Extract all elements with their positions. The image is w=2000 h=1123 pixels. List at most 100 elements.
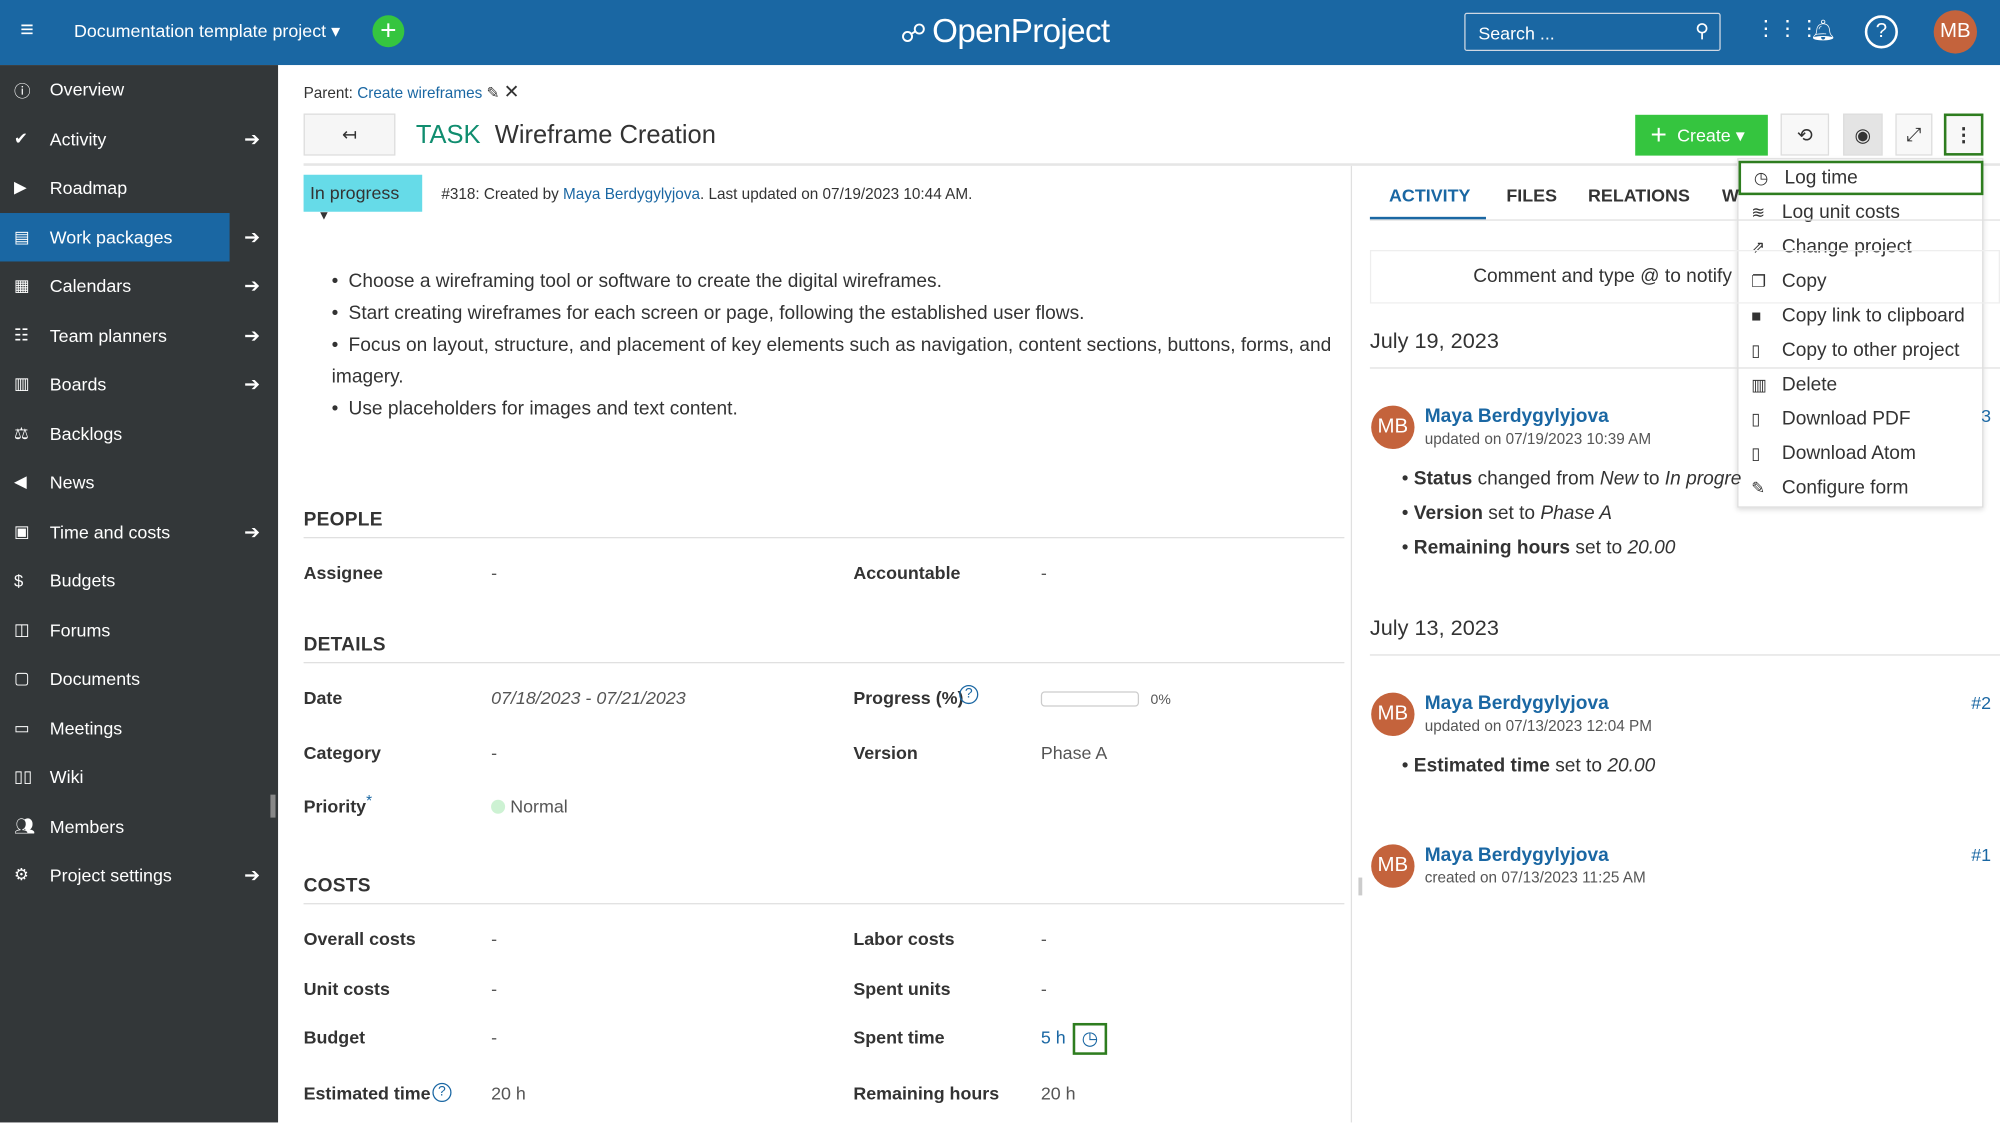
sidebar-item-work-packages[interactable]: ▤ Work packages ➔	[0, 212, 260, 261]
category-value[interactable]: -	[491, 742, 497, 762]
avatar[interactable]: MB	[1371, 405, 1415, 449]
activity-author-link[interactable]: Maya Berdygylyjova	[1425, 844, 1609, 866]
wp-subject[interactable]: Wireframe Creation	[495, 121, 716, 149]
menu-item-configure-form[interactable]: ✎ Configure form	[1739, 471, 1984, 505]
tab-relations[interactable]: RELATIONS	[1588, 185, 1690, 205]
menu-item-copy-link-to-clipboard[interactable]: ■ Copy link to clipboard	[1739, 298, 1984, 332]
arrow-right-icon[interactable]: ➔	[244, 323, 260, 347]
search-icon[interactable]: ⚲	[1695, 19, 1709, 42]
work-packages-icon: ▤	[14, 226, 30, 246]
avatar[interactable]: MB	[1371, 844, 1415, 888]
search-input[interactable]: Search ... ⚲	[1464, 12, 1721, 52]
menu-item-delete[interactable]: ▥ Delete	[1739, 367, 1984, 401]
help-icon[interactable]: ?	[432, 1082, 452, 1103]
history-button[interactable]: ⟲	[1780, 113, 1830, 156]
tab-files[interactable]: FILES	[1506, 185, 1557, 205]
labor-label: Labor costs	[853, 928, 955, 949]
create-button[interactable]: + Create ▾	[1635, 114, 1768, 156]
progress-bar[interactable]	[1040, 691, 1140, 707]
pencil-icon[interactable]: ✎	[487, 84, 500, 102]
overall-value[interactable]: -	[491, 929, 497, 949]
back-button[interactable]: ↤	[303, 113, 396, 156]
assignee-value[interactable]: -	[491, 562, 497, 582]
meta-author-link[interactable]: Maya Berdygylyjova	[563, 185, 700, 203]
menu-item-log-unit-costs[interactable]: ≋ Log unit costs	[1739, 195, 1984, 229]
spent-time-value[interactable]: 5 h	[1041, 1027, 1066, 1047]
parent-link[interactable]: Create wireframes	[357, 84, 482, 102]
budget-value[interactable]: -	[491, 1027, 497, 1047]
history-icon: ⟲	[1796, 124, 1813, 147]
accountable-value[interactable]: -	[1041, 562, 1047, 582]
sidebar-item-activity[interactable]: ✔ Activity ➔	[0, 114, 278, 162]
activity-change: • Status changed from New to In progre	[1402, 468, 1742, 490]
sidebar-item-news[interactable]: ◀ News	[0, 458, 278, 506]
sidebar-item-label: Time and costs	[49, 521, 171, 542]
priority-label: Priority	[303, 795, 367, 817]
arrow-right-icon[interactable]: ➔	[244, 864, 260, 887]
openproject-logo[interactable]: ☍ OpenProject	[901, 11, 1111, 51]
version-value[interactable]: Phase A	[1041, 742, 1108, 762]
description[interactable]: Choose a wireframing tool or software to…	[332, 265, 1345, 424]
labor-value[interactable]: -	[1041, 929, 1047, 949]
est-value[interactable]: 20 h	[491, 1083, 526, 1103]
sidebar-item-meetings[interactable]: ▭ Meetings	[0, 703, 278, 751]
sidebar-item-documents[interactable]: ▢ Documents	[0, 654, 278, 702]
sidebar-item-team-planners[interactable]: ☷ Team planners ➔	[0, 311, 278, 359]
sidebar-item-roadmap[interactable]: ▶ Roadmap	[0, 163, 278, 211]
fullscreen-button[interactable]: ⤢	[1895, 113, 1933, 156]
sidebar-item-boards[interactable]: ▥ Boards ➔	[0, 360, 278, 408]
activity-number-link[interactable]: 3	[1981, 406, 1991, 426]
bell-icon[interactable]: 🔔︎	[1810, 18, 1836, 44]
close-icon[interactable]: ✕	[504, 82, 520, 104]
help-icon[interactable]: ?	[1864, 15, 1898, 49]
sidebar-resize-handle[interactable]	[270, 794, 276, 818]
menu-item-log-time[interactable]: ◷ Log time	[1738, 160, 1984, 196]
sidebar-item-time-and-costs[interactable]: ▣ Time and costs ➔	[0, 507, 278, 555]
comment-input[interactable]: Comment and type @ to notify	[1369, 249, 2000, 304]
activity-author-link[interactable]: Maya Berdygylyjova	[1425, 406, 1609, 428]
sidebar-item-overview[interactable]: ⓘ Overview	[0, 65, 278, 113]
panel-resize-handle[interactable]	[1358, 877, 1363, 896]
project-selector[interactable]: Documentation template project ▾	[74, 20, 340, 42]
sidebar-item-project-settings[interactable]: ⚙ Project settings ➔	[0, 851, 278, 899]
menu-icon[interactable]: ≡	[20, 17, 33, 44]
sidebar-item-backlogs[interactable]: ⚖ Backlogs	[0, 409, 278, 457]
activity-number-link[interactable]: #1	[1971, 844, 1991, 864]
sidebar-item-members[interactable]: 👥︎ Members	[0, 802, 278, 850]
sidebar-item-label: Calendars	[49, 275, 132, 296]
help-icon[interactable]: ?	[959, 684, 979, 705]
activity-number-link[interactable]: #2	[1971, 693, 1991, 713]
user-avatar[interactable]: MB	[1933, 10, 1978, 54]
arrow-right-icon[interactable]: ➔	[244, 225, 260, 248]
remaining-value[interactable]: 20 h	[1041, 1083, 1076, 1103]
menu-item-download-atom[interactable]: ▯ Download Atom	[1739, 436, 1984, 470]
quick-add-button[interactable]: +	[372, 15, 405, 48]
activity-author-link[interactable]: Maya Berdygylyjova	[1425, 693, 1609, 715]
menu-item-copy-to-other-project[interactable]: ▯ Copy to other project	[1739, 333, 1984, 367]
spent-units-value[interactable]: -	[1041, 978, 1047, 998]
trash-icon: ▥	[1751, 374, 1767, 394]
sidebar-item-wiki[interactable]: ▯▯ Wiki	[0, 753, 278, 801]
tab-activity[interactable]: ACTIVITY	[1389, 185, 1470, 205]
tab-w[interactable]: W	[1722, 185, 1739, 205]
log-time-clock-icon[interactable]: ◷	[1072, 1022, 1108, 1055]
arrow-right-icon[interactable]: ➔	[244, 127, 260, 150]
sidebar-item-calendars[interactable]: ▦ Calendars ➔	[0, 261, 278, 309]
more-actions-button[interactable]: ⋮	[1943, 113, 1984, 156]
more-actions-menu: ◷ Log time ≋ Log unit costs ⇗ Change project ❐…	[1737, 158, 1984, 508]
date-value[interactable]: 07/18/2023 - 07/21/2023	[491, 687, 686, 707]
arrow-right-icon[interactable]: ➔	[244, 274, 260, 298]
sidebar-item-forums[interactable]: ◫ Forums	[0, 605, 278, 653]
status-dropdown[interactable]: In progress ▼	[303, 174, 423, 223]
arrow-right-icon[interactable]: ➔	[244, 520, 260, 543]
arrow-right-icon[interactable]: ➔	[244, 372, 260, 396]
assignee-label: Assignee	[303, 562, 383, 583]
meetings-icon: ▭	[14, 717, 30, 737]
watch-button[interactable]: ◉	[1843, 113, 1883, 156]
unit-value[interactable]: -	[491, 978, 497, 998]
avatar[interactable]: MB	[1371, 692, 1415, 736]
priority-value[interactable]: Normal	[510, 796, 568, 816]
sidebar-item-budgets[interactable]: $ Budgets	[0, 556, 278, 604]
activity-timestamp: updated on 07/19/2023 10:39 AM	[1424, 429, 1652, 448]
menu-item-download-pdf[interactable]: ▯ Download PDF	[1739, 402, 1984, 436]
